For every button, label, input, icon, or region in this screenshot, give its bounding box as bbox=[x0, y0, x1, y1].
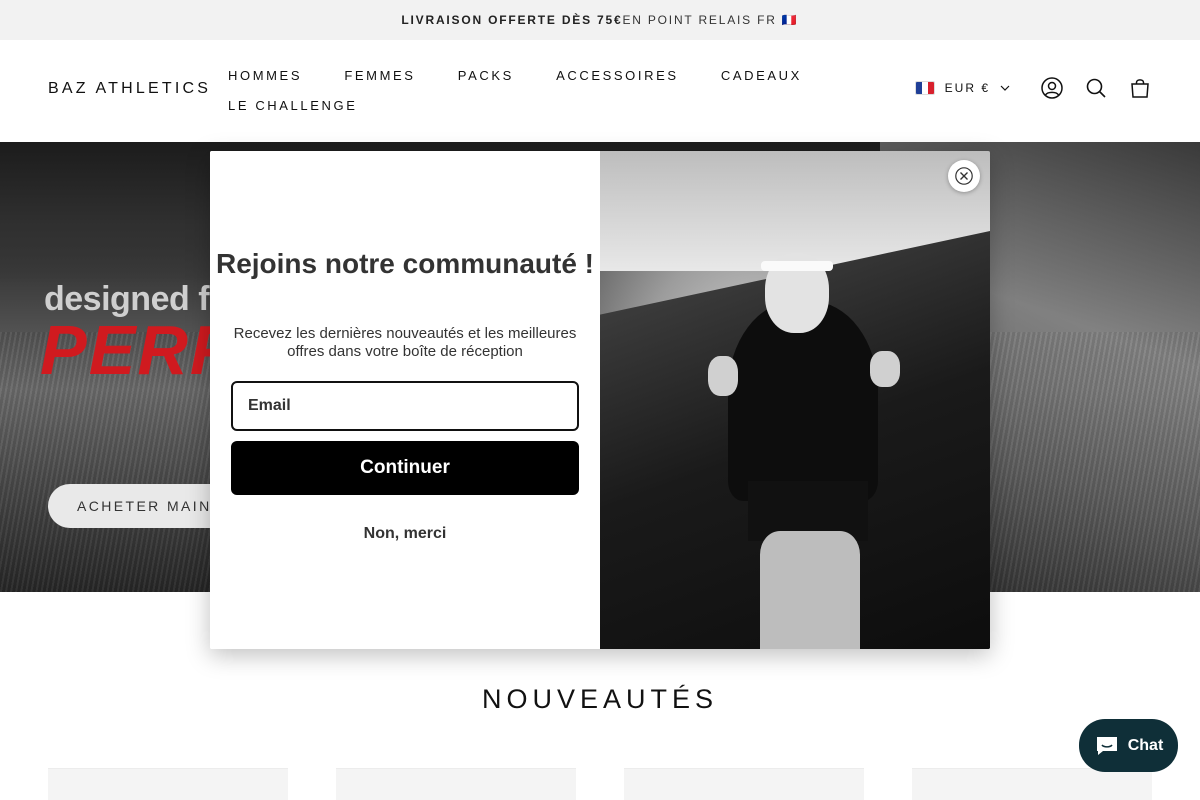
product-card[interactable] bbox=[48, 768, 288, 800]
thumbs-up-right bbox=[870, 351, 900, 387]
nav-item-packs[interactable]: PACKS bbox=[458, 66, 514, 96]
currency-label: EUR € bbox=[944, 81, 990, 95]
site-header: BAZ ATHLETICS HOMMES FEMMES PACKS ACCESS… bbox=[0, 40, 1200, 142]
newsletter-modal: Rejoins notre communauté ! Recevez les d… bbox=[210, 151, 990, 649]
brand-logo[interactable]: BAZ ATHLETICS bbox=[48, 80, 211, 98]
product-card[interactable] bbox=[912, 768, 1152, 800]
announcement-bold: LIVRAISON OFFERTE DÈS 75€ bbox=[401, 13, 623, 27]
bag-icon bbox=[1131, 79, 1149, 98]
product-grid bbox=[48, 768, 1152, 800]
nav-item-le-challenge[interactable]: LE CHALLENGE bbox=[228, 96, 357, 126]
user-icon bbox=[1041, 77, 1063, 99]
announcement-text: EN POINT RELAIS FR 🇫🇷 bbox=[622, 13, 799, 27]
email-field[interactable] bbox=[231, 381, 579, 431]
chat-label: Chat bbox=[1127, 736, 1164, 754]
thumbs-up-left bbox=[708, 356, 738, 396]
close-icon bbox=[955, 167, 973, 185]
modal-form-panel: Rejoins notre communauté ! Recevez les d… bbox=[210, 151, 600, 649]
search-icon bbox=[1086, 78, 1106, 98]
section-title: NOUVEAUTÉS bbox=[481, 684, 719, 714]
modal-heading: Rejoins notre communauté ! bbox=[215, 248, 595, 279]
nav-item-femmes[interactable]: FEMMES bbox=[344, 66, 415, 96]
decline-link[interactable]: Non, merci bbox=[210, 525, 600, 543]
runner-headband bbox=[761, 261, 833, 271]
nav-item-cadeaux[interactable]: CADEAUX bbox=[721, 66, 802, 96]
chat-bubble-icon bbox=[1096, 736, 1117, 755]
main-nav: HOMMES FEMMES PACKS ACCESSOIRES CADEAUX … bbox=[228, 66, 868, 126]
continue-button[interactable]: Continuer bbox=[231, 441, 579, 495]
currency-selector[interactable]: EUR € bbox=[914, 81, 1010, 95]
modal-subtitle: Recevez les dernières nouveautés et les … bbox=[233, 325, 577, 360]
cart-button[interactable] bbox=[1128, 76, 1152, 100]
chevron-down-icon bbox=[1000, 85, 1010, 91]
announcement-bar: LIVRAISON OFFERTE DÈS 75€ EN POINT RELAI… bbox=[0, 0, 1200, 40]
close-modal-button[interactable] bbox=[948, 160, 980, 192]
search-button[interactable] bbox=[1084, 76, 1108, 100]
product-card[interactable] bbox=[336, 768, 576, 800]
product-card[interactable] bbox=[624, 768, 864, 800]
nav-item-hommes[interactable]: HOMMES bbox=[228, 66, 302, 96]
runner-legs bbox=[760, 531, 860, 649]
account-button[interactable] bbox=[1040, 76, 1064, 100]
nav-item-accessoires[interactable]: ACCESSOIRES bbox=[556, 66, 679, 96]
chat-button[interactable]: Chat bbox=[1079, 719, 1178, 772]
france-flag-icon bbox=[914, 81, 935, 95]
header-actions: EUR € bbox=[914, 76, 1152, 100]
modal-photo bbox=[600, 151, 990, 649]
